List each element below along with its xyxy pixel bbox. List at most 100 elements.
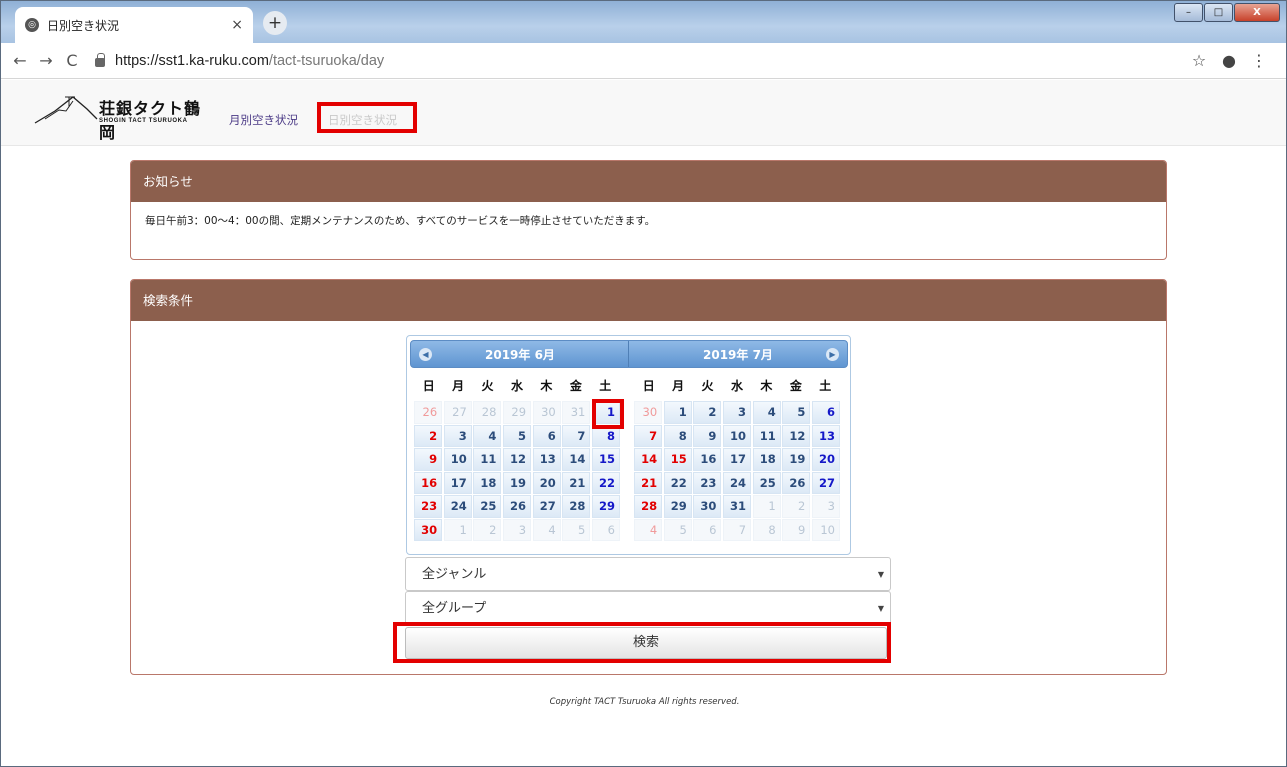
url-path: /tact-tsuruoka/day <box>268 52 385 69</box>
calendar-day[interactable]: 9 <box>693 424 722 447</box>
prev-month-icon[interactable]: ◀ <box>419 348 432 361</box>
calendar-day[interactable]: 27 <box>811 471 840 494</box>
calendar-day[interactable]: 29 <box>591 495 620 518</box>
calendar-day[interactable]: 19 <box>782 448 811 471</box>
calendar-day[interactable]: 18 <box>752 448 781 471</box>
calendar-day: 2 <box>473 518 502 541</box>
calendar-day[interactable]: 21 <box>562 471 591 494</box>
calendar-day[interactable]: 16 <box>693 448 722 471</box>
calendar-day[interactable]: 26 <box>502 495 532 518</box>
calendar-day[interactable]: 7 <box>634 424 663 447</box>
calendar-day[interactable]: 4 <box>752 401 781 424</box>
calendar-day: 1 <box>752 495 781 518</box>
calendar-day[interactable]: 24 <box>443 495 472 518</box>
browser-titlebar: ◎ 日別空き状況 × + – □ X <box>1 1 1286 43</box>
calendar-day[interactable]: 6 <box>532 424 561 447</box>
genre-select[interactable]: 全ジャンル ▼ <box>405 557 891 591</box>
calendar-day[interactable]: 22 <box>663 471 692 494</box>
calendar-day[interactable]: 10 <box>722 424 752 447</box>
calendar-day: 6 <box>591 518 620 541</box>
weekday-label: 金 <box>569 379 582 393</box>
calendar-day[interactable]: 28 <box>634 495 663 518</box>
calendar-day[interactable]: 21 <box>634 471 663 494</box>
globe-icon: ◎ <box>25 18 39 32</box>
close-window-button[interactable]: X <box>1234 3 1280 22</box>
calendar-day[interactable]: 27 <box>532 495 561 518</box>
calendar-day[interactable]: 2 <box>693 401 722 424</box>
calendar-day[interactable]: 28 <box>562 495 591 518</box>
calendar-day[interactable]: 13 <box>532 448 561 471</box>
group-select[interactable]: 全グループ ▼ <box>405 591 891 625</box>
calendar-day[interactable]: 9 <box>414 448 443 471</box>
calendar-day[interactable]: 3 <box>722 401 752 424</box>
copyright-footer: Copyright TACT Tsuruoka All rights reser… <box>549 697 740 707</box>
bookmark-star-icon[interactable]: ☆ <box>1184 51 1214 70</box>
calendar-day[interactable]: 23 <box>414 495 443 518</box>
weekday-label: 月 <box>672 379 685 393</box>
calendar-day[interactable]: 15 <box>591 448 620 471</box>
calendar-day[interactable]: 8 <box>663 424 692 447</box>
calendar-day[interactable]: 26 <box>782 471 811 494</box>
calendar-day[interactable]: 11 <box>473 448 502 471</box>
calendar-day[interactable]: 24 <box>722 471 752 494</box>
address-bar[interactable]: https://sst1.ka-ruku.com/tact-tsuruoka/d… <box>95 47 1184 75</box>
calendar-day[interactable]: 11 <box>752 424 781 447</box>
calendar-day[interactable]: 25 <box>473 495 502 518</box>
month-grid-july: 日月火水木金土 30 1 2 3 4 5 6 7 8 9 10 11 12 13 14 15 16 17 18 19 2… <box>634 376 840 542</box>
calendar-day[interactable]: 22 <box>591 471 620 494</box>
nav-monthly-availability[interactable]: 月別空き状況 <box>229 112 298 128</box>
calendar-day[interactable]: 20 <box>532 471 561 494</box>
calendar-day[interactable]: 12 <box>502 448 532 471</box>
calendar-day[interactable]: 25 <box>752 471 781 494</box>
weekday-label: 木 <box>760 379 773 393</box>
back-arrow-icon[interactable]: ← <box>7 51 33 70</box>
calendar-day: 2 <box>782 495 811 518</box>
calendar-day[interactable]: 3 <box>443 424 472 447</box>
calendar-header: ◀ 2019年 6月 2019年 7月 ▶ <box>410 340 848 368</box>
calendar-day[interactable]: 23 <box>693 471 722 494</box>
calendar-day[interactable]: 16 <box>414 471 443 494</box>
reload-icon[interactable]: C <box>59 51 85 70</box>
next-month-icon[interactable]: ▶ <box>826 348 839 361</box>
calendar-day[interactable]: 30 <box>414 518 443 541</box>
calendar-day[interactable]: 17 <box>722 448 752 471</box>
calendar-day[interactable]: 29 <box>663 495 692 518</box>
calendar-day[interactable]: 7 <box>562 424 591 447</box>
new-tab-button[interactable]: + <box>263 11 287 35</box>
calendar-day[interactable]: 17 <box>443 471 472 494</box>
month-title-june: 2019年 6月 <box>485 348 555 362</box>
close-tab-icon[interactable]: × <box>231 17 243 33</box>
logo-subtext: SHOGIN TACT TSURUOKA <box>99 118 188 124</box>
calendar-day[interactable]: 30 <box>693 495 722 518</box>
calendar-day[interactable]: 19 <box>502 471 532 494</box>
calendar-day[interactable]: 31 <box>722 495 752 518</box>
calendar-day[interactable]: 10 <box>443 448 472 471</box>
calendar-day[interactable]: 20 <box>811 448 840 471</box>
calendar-day[interactable]: 5 <box>502 424 532 447</box>
calendar-day: 31 <box>562 401 591 424</box>
calendar-day[interactable]: 14 <box>562 448 591 471</box>
calendar-day[interactable]: 15 <box>663 448 692 471</box>
calendar-day[interactable]: 1 <box>663 401 692 424</box>
calendar-day: 30 <box>532 401 561 424</box>
calendar-day: 9 <box>782 518 811 541</box>
calendar-day[interactable]: 14 <box>634 448 663 471</box>
calendar-day[interactable]: 4 <box>473 424 502 447</box>
calendar-day[interactable]: 6 <box>811 401 840 424</box>
calendar-day[interactable]: 18 <box>473 471 502 494</box>
forward-arrow-icon[interactable]: → <box>33 51 59 70</box>
month-grid-june: 日月火水木金土 26 27 28 29 30 31 1 2 3 4 5 6 7 8 9 10 11 12 13 14 1… <box>414 376 620 542</box>
account-icon[interactable]: ● <box>1214 51 1244 70</box>
url-text: https://sst1.ka-ruku.com/tact-tsuruoka/d… <box>115 53 384 69</box>
browser-tab[interactable]: ◎ 日別空き状況 × <box>15 7 253 43</box>
month-title-july: 2019年 7月 <box>703 348 773 362</box>
maximize-button[interactable]: □ <box>1204 3 1233 22</box>
calendar-day[interactable]: 5 <box>782 401 811 424</box>
site-logo[interactable]: 荘銀タクト鶴岡 SHOGIN TACT TSURUOKA <box>33 93 205 142</box>
calendar-day[interactable]: 13 <box>811 424 840 447</box>
minimize-button[interactable]: – <box>1174 3 1203 22</box>
calendar-day[interactable]: 12 <box>782 424 811 447</box>
weekday-label: 月 <box>452 379 465 393</box>
calendar-day[interactable]: 2 <box>414 424 443 447</box>
menu-icon[interactable]: ⋮ <box>1244 51 1274 70</box>
